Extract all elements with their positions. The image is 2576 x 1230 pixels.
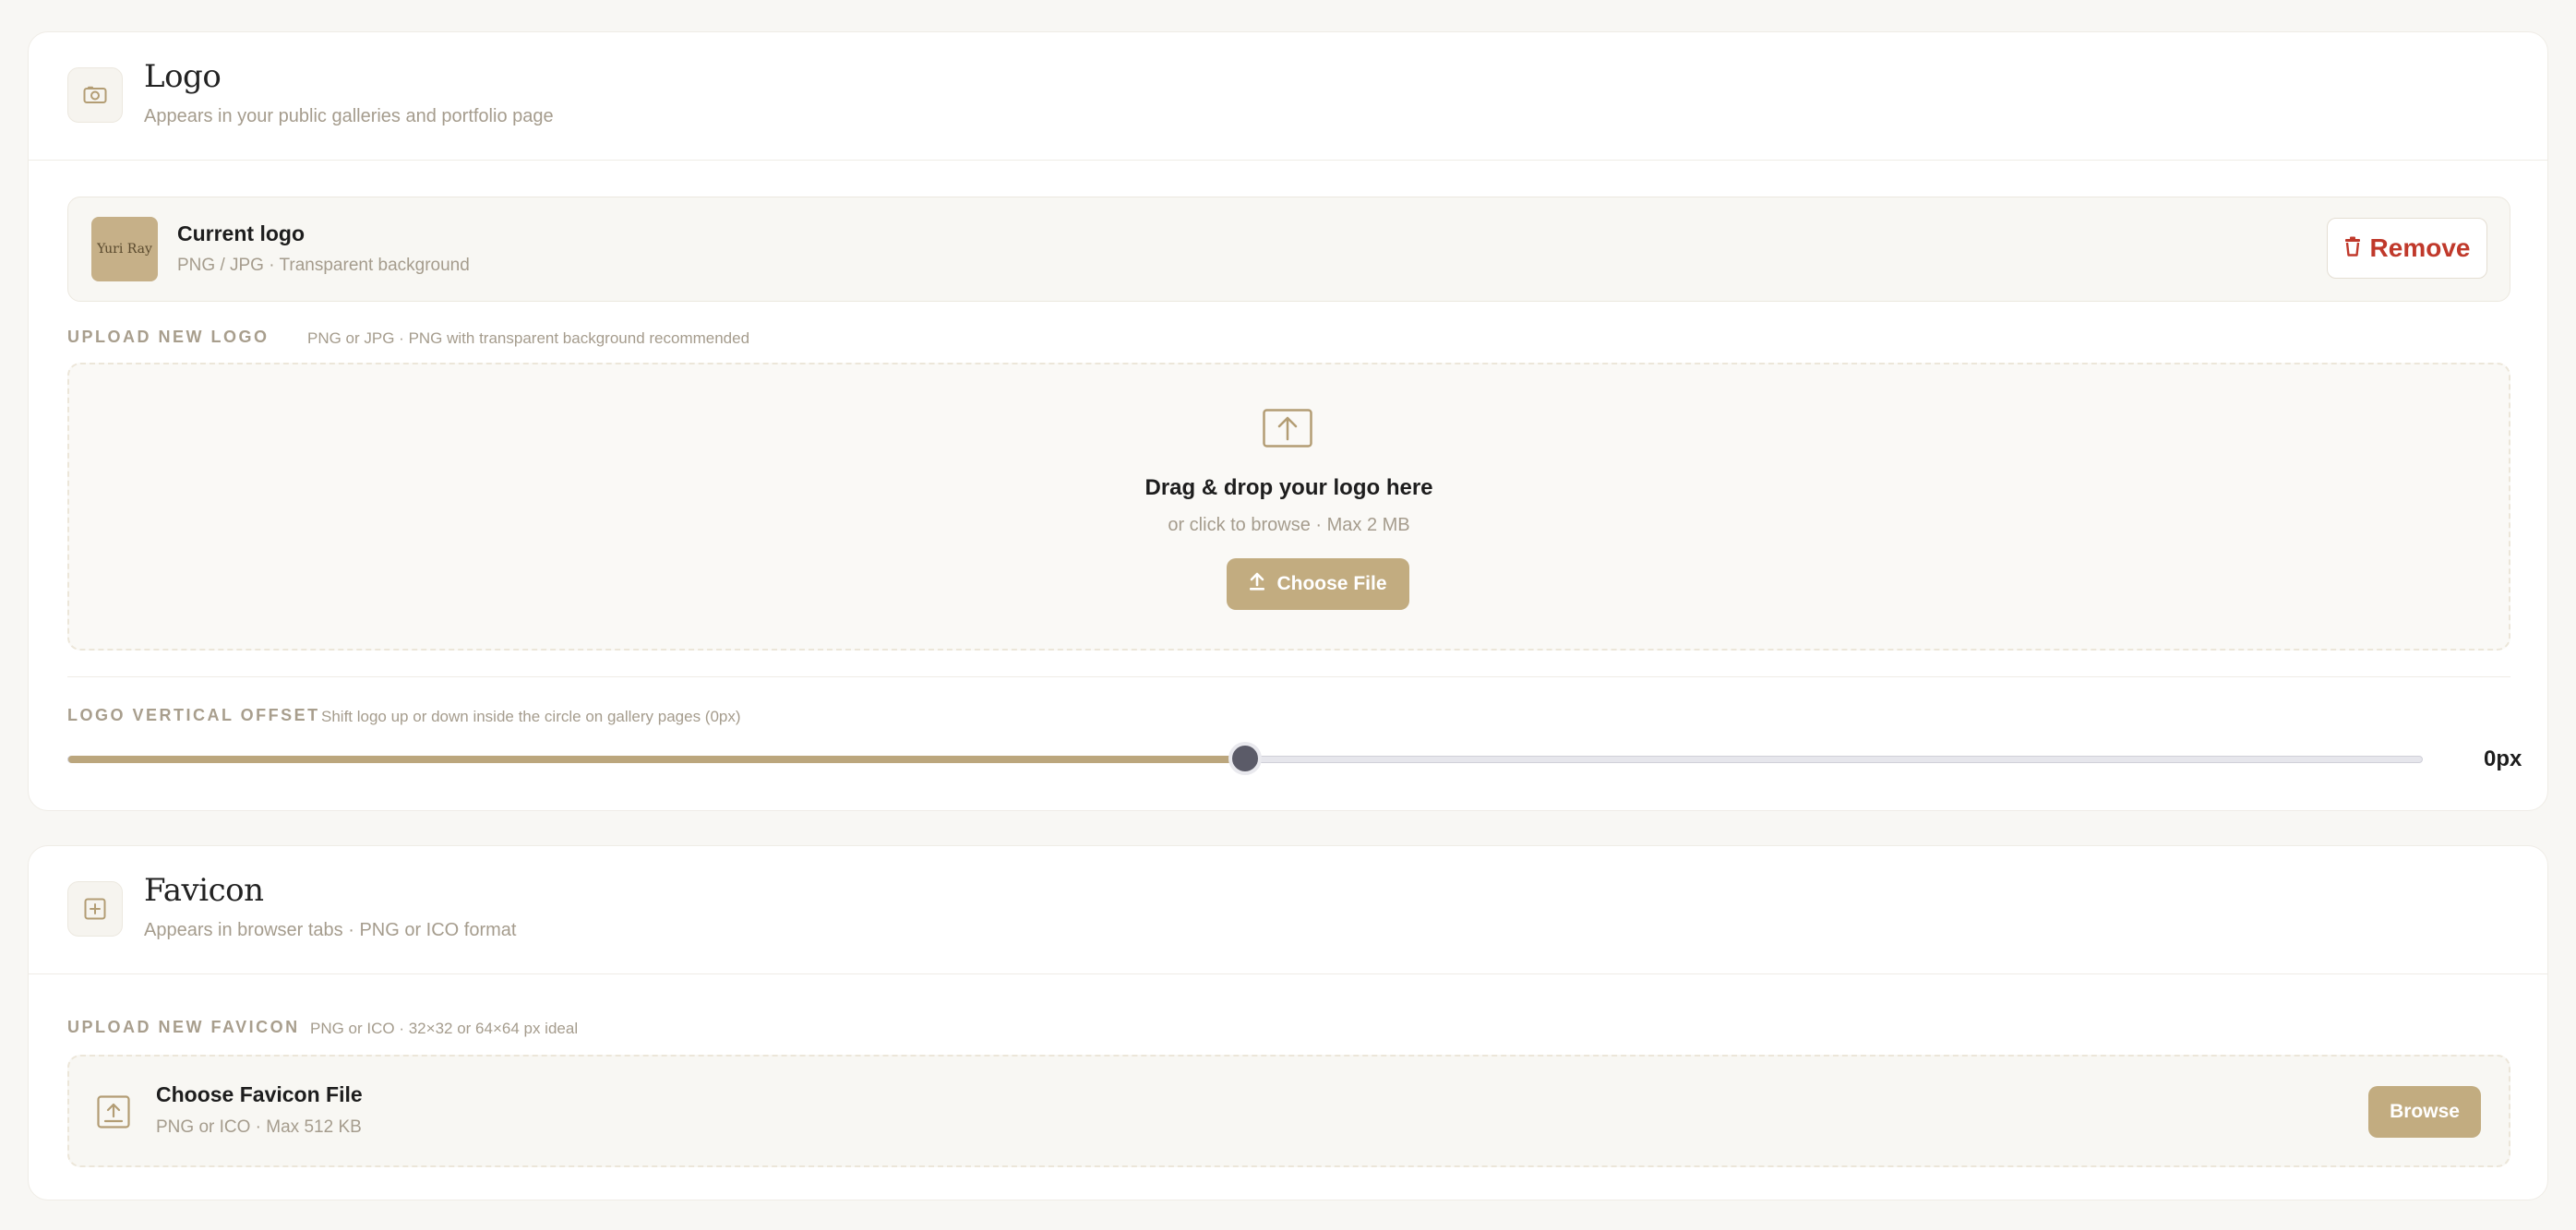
- logo-offset-label: LOGO VERTICAL OFFSET: [67, 706, 320, 724]
- slider-thumb[interactable]: [1228, 742, 1262, 775]
- logo-section-subtitle: Appears in your public galleries and por…: [144, 106, 554, 126]
- current-logo-subtitle: PNG / JPG · Transparent background: [177, 256, 470, 275]
- logo-card-header: Logo Appears in your public galleries an…: [29, 32, 2547, 161]
- slider-fill: [68, 756, 1245, 763]
- dropzone-subtitle: or click to browse · Max 2 MB: [1168, 515, 1410, 535]
- favicon-card: Favicon Appears in browser tabs · PNG or…: [28, 845, 2548, 1200]
- choose-file-button[interactable]: Choose File: [1227, 558, 1409, 610]
- browse-button[interactable]: Browse: [2368, 1086, 2481, 1138]
- favicon-card-header: Favicon Appears in browser tabs · PNG or…: [29, 846, 2547, 974]
- upload-arrow-icon: [1249, 572, 1265, 596]
- logo-dropzone[interactable]: Drag & drop your logo here or click to b…: [67, 363, 2510, 651]
- logo-thumbnail-text: Yuri Ray: [97, 242, 152, 257]
- section-divider: [67, 676, 2510, 677]
- favicon-file-title: Choose Favicon File: [156, 1082, 363, 1106]
- logo-offset-slider[interactable]: [67, 742, 2423, 775]
- dropzone-title: Drag & drop your logo here: [1144, 475, 1433, 500]
- favicon-section-subtitle: Appears in browser tabs · PNG or ICO for…: [144, 920, 517, 940]
- upload-favicon-label: UPLOAD NEW FAVICON: [67, 1018, 300, 1036]
- favicon-file-subtitle: PNG or ICO · Max 512 KB: [156, 1117, 362, 1137]
- current-logo-thumbnail: Yuri Ray: [91, 217, 158, 281]
- logo-card: Logo Appears in your public galleries an…: [28, 31, 2548, 811]
- upload-icon: [97, 1095, 130, 1128]
- plus-square-icon: [67, 881, 123, 937]
- favicon-upload-box[interactable]: Choose Favicon File PNG or ICO · Max 512…: [67, 1055, 2510, 1167]
- logo-offset-hint: Shift logo up or down inside the circle …: [321, 708, 741, 725]
- upload-logo-label: UPLOAD NEW LOGO: [67, 328, 270, 346]
- choose-file-label: Choose File: [1276, 573, 1387, 594]
- logo-section-title: Logo: [144, 58, 222, 95]
- camera-icon: [67, 67, 123, 123]
- upload-favicon-hint: PNG or ICO · 32×32 or 64×64 px ideal: [310, 1020, 579, 1037]
- current-logo-panel: Yuri Ray Current logo PNG / JPG · Transp…: [67, 197, 2510, 302]
- remove-logo-button[interactable]: Remove: [2327, 218, 2487, 279]
- upload-logo-hint: PNG or JPG · PNG with transparent backgr…: [307, 329, 750, 347]
- upload-icon: [1263, 409, 1312, 448]
- remove-button-label: Remove: [2369, 233, 2471, 262]
- current-logo-title: Current logo: [177, 221, 305, 245]
- logo-offset-value: 0px: [2484, 746, 2522, 771]
- favicon-section-title: Favicon: [144, 872, 264, 909]
- trash-icon: [2344, 233, 2361, 263]
